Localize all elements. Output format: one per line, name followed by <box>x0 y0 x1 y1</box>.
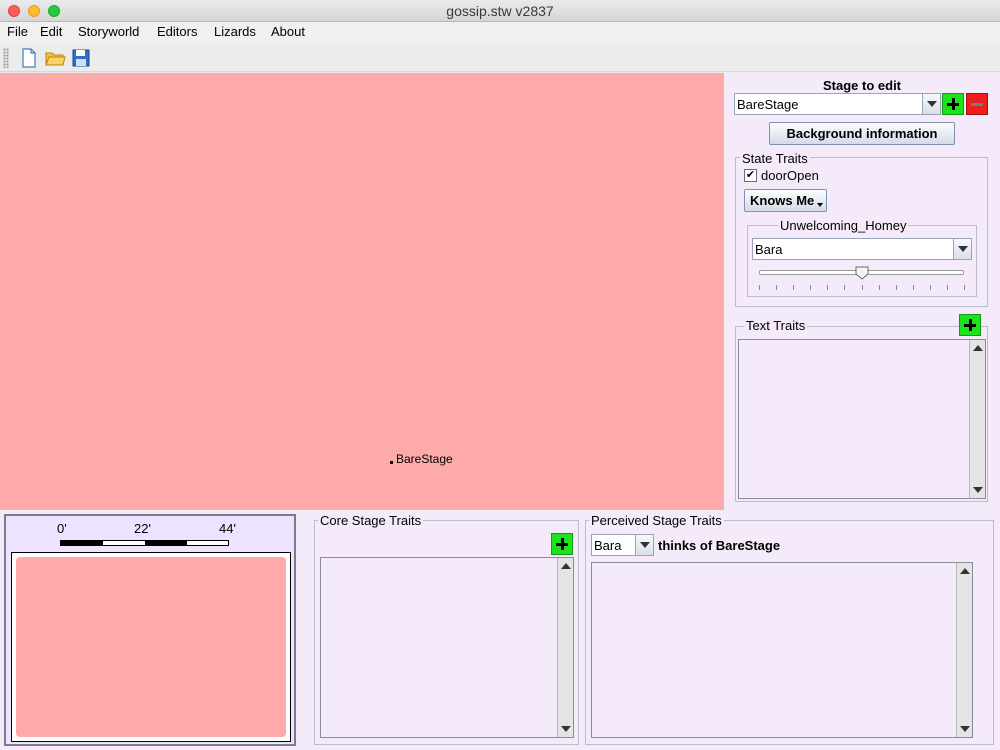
toolbar-grip-icon[interactable] <box>3 48 9 68</box>
stage-marker[interactable] <box>390 461 393 464</box>
scale-bar <box>60 540 229 546</box>
minimap-stage[interactable] <box>16 557 286 737</box>
chevron-down-icon[interactable] <box>922 94 940 114</box>
core-stage-traits-title: Core Stage Traits <box>318 513 424 528</box>
core-stage-traits-list[interactable] <box>320 557 574 738</box>
core-traits-scrollbar[interactable] <box>557 558 573 737</box>
unwelcoming-homey-title: Unwelcoming_Homey <box>778 218 909 233</box>
state-traits-title: State Traits <box>740 151 810 166</box>
slider-tick <box>946 285 948 290</box>
scale-tick-22: 22' <box>134 521 151 536</box>
slider-tick <box>810 285 812 290</box>
knows-me-button[interactable]: Knows Me <box>744 189 827 212</box>
menu-file[interactable]: File <box>7 24 28 39</box>
scroll-up-icon[interactable] <box>973 345 983 351</box>
chevron-down-icon[interactable] <box>953 239 971 259</box>
background-information-button[interactable]: Background information <box>769 122 955 145</box>
save-icon[interactable] <box>70 47 92 69</box>
bottom-area: 0' 22' 44' Core Stage Traits Perceived S… <box>0 510 1000 750</box>
slider-tick <box>878 285 880 290</box>
menu-about[interactable]: About <box>271 24 305 39</box>
title-bar: gossip.stw v2837 <box>0 0 1000 22</box>
slider-tick <box>929 285 931 290</box>
slider-tick <box>793 285 795 290</box>
text-traits-title: Text Traits <box>744 318 808 333</box>
chevron-down-icon[interactable] <box>635 535 653 555</box>
open-folder-icon[interactable] <box>44 47 66 69</box>
slider-tick <box>861 285 863 290</box>
stage-editor-panel: Stage to edit BareStage Background infor… <box>724 73 1000 510</box>
menu-lizards[interactable]: Lizards <box>214 24 256 39</box>
stage-select[interactable]: BareStage <box>734 93 941 115</box>
scroll-up-icon[interactable] <box>561 563 571 569</box>
slider-tick <box>964 285 965 290</box>
scale-tick-44: 44' <box>219 521 236 536</box>
slider-tick <box>776 285 778 290</box>
thinks-of-label: thinks of BareStage <box>658 538 781 553</box>
stage-minimap[interactable]: 0' 22' 44' <box>4 514 296 746</box>
door-open-checkbox[interactable]: ✔ <box>744 169 757 182</box>
minimap-frame <box>11 552 291 742</box>
perceived-traits-scrollbar[interactable] <box>956 563 972 737</box>
perceiver-value: Bara <box>594 538 622 553</box>
stage-label: BareStage <box>396 452 453 466</box>
scroll-up-icon[interactable] <box>960 568 970 574</box>
new-file-icon[interactable] <box>18 47 40 69</box>
stage-to-edit-label: Stage to edit <box>823 78 902 93</box>
menu-edit[interactable]: Edit <box>40 24 62 39</box>
slider-tick <box>827 285 829 290</box>
slider-tick <box>895 285 897 290</box>
stage-canvas[interactable]: BareStage <box>0 73 724 510</box>
dropdown-arrow-icon <box>817 203 823 207</box>
scroll-down-icon[interactable] <box>561 726 571 732</box>
add-stage-button[interactable] <box>942 93 964 115</box>
toolbar <box>0 43 1000 72</box>
text-traits-list[interactable] <box>738 339 986 499</box>
scroll-down-icon[interactable] <box>973 487 983 493</box>
menu-bar: File Edit Storyworld Editors Lizards Abo… <box>0 22 1000 42</box>
slider-tick <box>912 285 914 290</box>
perceived-stage-traits-list[interactable] <box>591 562 973 738</box>
state-trait-actor-value: Bara <box>755 242 783 257</box>
perceived-stage-traits-title: Perceived Stage Traits <box>589 513 724 528</box>
slider-tick <box>759 285 760 290</box>
menu-editors[interactable]: Editors <box>157 24 197 39</box>
add-text-trait-button[interactable] <box>959 314 981 336</box>
stage-select-value: BareStage <box>737 97 799 112</box>
scroll-down-icon[interactable] <box>960 726 970 732</box>
slider-ticks <box>759 285 965 291</box>
slider-tick <box>844 285 846 290</box>
scale-tick-0: 0' <box>57 521 67 536</box>
menu-storyworld[interactable]: Storyworld <box>78 24 139 39</box>
perceiver-select[interactable]: Bara <box>591 534 654 556</box>
state-trait-actor-select[interactable]: Bara <box>752 238 972 260</box>
remove-stage-button[interactable] <box>966 93 988 115</box>
door-open-label: doorOpen <box>761 168 819 183</box>
trait-slider-thumb[interactable] <box>855 266 869 280</box>
knows-me-label: Knows Me <box>750 193 815 208</box>
window-title: gossip.stw v2837 <box>446 3 554 19</box>
text-traits-scrollbar[interactable] <box>969 340 985 498</box>
add-core-trait-button[interactable] <box>551 533 573 555</box>
